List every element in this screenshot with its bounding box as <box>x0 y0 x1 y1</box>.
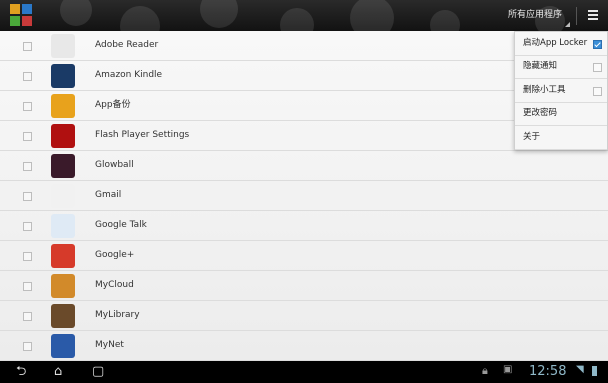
lock-checkbox[interactable] <box>23 312 32 321</box>
lock-checkbox[interactable] <box>23 282 32 291</box>
app-row[interactable]: MyCloud <box>0 271 608 301</box>
app-name: Google+ <box>95 250 135 260</box>
app-name: Adobe Reader <box>95 40 159 50</box>
menu-checkbox[interactable] <box>593 63 602 73</box>
dropdown-caret-icon <box>565 22 570 27</box>
app-name: Gmail <box>95 190 122 200</box>
app-name: MyLibrary <box>95 310 140 320</box>
app-name: Google Talk <box>95 220 147 230</box>
decorative-bubble <box>280 8 314 31</box>
google-talk-icon <box>51 214 75 238</box>
google-plus-icon <box>51 244 75 268</box>
overflow-menu: 启动App Locker 隐藏通知删除小工具更改密码关于 <box>514 31 608 150</box>
app-row[interactable]: MyLibrary <box>0 301 608 331</box>
kindle-icon <box>51 64 75 88</box>
menu-item[interactable]: 启动App Locker <box>515 32 607 56</box>
screenshot-icon: ▣ <box>503 364 513 375</box>
app-filter-dropdown[interactable]: 所有应用程序 <box>508 0 562 31</box>
action-bar: 所有应用程序 <box>0 0 608 31</box>
lock-checkbox[interactable] <box>23 102 32 111</box>
menu-item[interactable]: 关于 <box>515 126 607 150</box>
battery-icon <box>592 366 597 376</box>
app-name: Amazon Kindle <box>95 70 163 80</box>
app-name: MyNet <box>95 340 124 350</box>
decorative-bubble <box>430 10 460 31</box>
app-name: App备份 <box>95 100 131 110</box>
menu-checkbox[interactable] <box>593 86 602 96</box>
menu-item[interactable]: 隐藏通知 <box>515 55 607 80</box>
menu-checkbox[interactable] <box>593 40 602 49</box>
wifi-icon: ◥ <box>576 364 584 375</box>
menu-item-label: 删除小工具 <box>523 84 566 95</box>
app-backup-icon <box>51 94 75 118</box>
mynet-icon <box>51 334 75 358</box>
clock: 12:58 <box>529 364 567 379</box>
app-row[interactable]: Google+ <box>0 241 608 271</box>
lock-checkbox[interactable] <box>23 162 32 171</box>
lock-checkbox[interactable] <box>23 42 32 51</box>
overflow-menu-icon[interactable] <box>585 8 601 24</box>
menu-item-label: 关于 <box>523 131 541 142</box>
home-icon[interactable]: ⌂ <box>54 364 62 380</box>
decorative-bubble <box>200 0 238 28</box>
lock-checkbox[interactable] <box>23 72 32 81</box>
lock-checkbox[interactable] <box>23 132 32 141</box>
glowball-icon <box>51 154 75 178</box>
menu-item-label: 隐藏通知 <box>523 61 558 72</box>
mylibrary-icon <box>51 304 75 328</box>
app-row[interactable]: MyNet <box>0 331 608 361</box>
menu-item-label: 更改密码 <box>523 108 558 119</box>
lock-checkbox[interactable] <box>23 222 32 231</box>
app-row[interactable]: Google Talk <box>0 211 608 241</box>
lock-checkbox[interactable] <box>23 342 32 351</box>
menu-item[interactable]: 删除小工具 <box>515 79 607 103</box>
adobe-reader-icon <box>51 34 75 58</box>
app-locker-icon[interactable] <box>10 4 32 26</box>
lock-icon: 🔒︎ <box>482 364 488 377</box>
app-name: Glowball <box>95 160 134 170</box>
gmail-icon <box>51 184 75 208</box>
app-row[interactable]: Gmail <box>0 181 608 211</box>
back-icon[interactable]: ⮌ <box>16 364 26 380</box>
flash-player-icon <box>51 124 75 148</box>
app-name: Flash Player Settings <box>95 130 190 140</box>
actionbar-divider <box>576 7 577 25</box>
mycloud-icon <box>51 274 75 298</box>
system-bar: ⮌ ⌂ ▢ 🔒︎ ▣ 12:58 ◥ <box>0 361 608 383</box>
app-row[interactable]: Glowball <box>0 151 608 181</box>
app-name: MyCloud <box>95 280 134 290</box>
lock-checkbox[interactable] <box>23 252 32 261</box>
decorative-bubble <box>350 0 394 31</box>
menu-item-label: 启动App Locker <box>523 38 588 48</box>
menu-item[interactable]: 更改密码 <box>515 102 607 127</box>
recent-apps-icon[interactable]: ▢ <box>92 364 104 380</box>
decorative-bubble <box>60 0 92 26</box>
decorative-bubble <box>120 6 160 31</box>
lock-checkbox[interactable] <box>23 192 32 201</box>
